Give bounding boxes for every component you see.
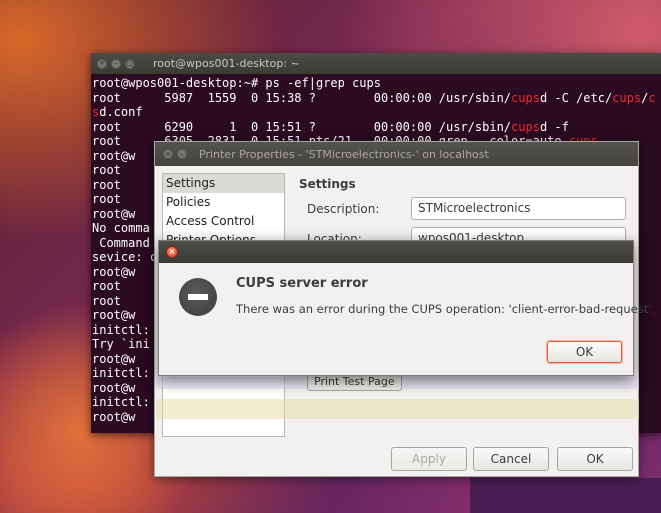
terminal-text: initctl: xyxy=(92,322,150,337)
error-icon xyxy=(179,278,217,316)
terminal-text: root@w xyxy=(92,380,136,395)
close-icon[interactable]: × xyxy=(163,149,173,159)
terminal-text: root 6290 1 0 15:51 ? 00:00:00 /usr/sbin… xyxy=(92,119,512,134)
terminal-text: root@w xyxy=(92,409,136,424)
minimize-icon[interactable]: – xyxy=(111,58,121,69)
cancel-button[interactable]: Cancel xyxy=(473,447,549,471)
sidebar-item-settings[interactable]: Settings xyxy=(163,174,284,193)
terminal-line: root 6290 1 0 15:51 ? 00:00:00 /usr/sbin… xyxy=(92,120,661,135)
terminal-text: cups xyxy=(612,90,642,105)
terminal-text: cups xyxy=(511,119,540,134)
printer-properties-title: Printer Properties - 'STMicroelectronics… xyxy=(199,147,489,161)
cups-error-dialog[interactable]: × CUPS server error There was an error d… xyxy=(158,240,655,376)
terminal-titlebar[interactable]: × – □ root@wpos001-desktop: ~ xyxy=(91,53,661,74)
sidebar-item-access-control[interactable]: Access Control xyxy=(163,212,284,231)
terminal-text: initctl: xyxy=(92,395,150,409)
apply-button[interactable]: Apply xyxy=(391,447,467,471)
settings-heading: Settings xyxy=(299,177,356,191)
terminal-text: root@w xyxy=(92,206,136,221)
dialog-shadow-band xyxy=(156,399,639,419)
terminal-text: root@w xyxy=(92,264,136,279)
terminal-text: Command xyxy=(92,235,150,250)
terminal-text: root 5987 1559 0 15:38 ? 00:00:00 /usr/s… xyxy=(92,90,512,105)
terminal-text: root xyxy=(92,279,121,293)
terminal-text: root@w xyxy=(92,148,136,163)
close-icon[interactable]: × xyxy=(166,246,178,258)
error-ok-button[interactable]: OK xyxy=(547,341,622,363)
terminal-line: root 5987 1559 0 15:38 ? 00:00:00 /usr/s… xyxy=(92,91,661,106)
close-icon[interactable]: × xyxy=(97,58,107,69)
sidebar-item-policies[interactable]: Policies xyxy=(163,193,284,212)
error-dialog-titlebar[interactable]: × xyxy=(159,241,633,263)
terminal-text: root@wpos001-desktop:~# ps -ef|grep cups xyxy=(92,76,381,90)
terminal-text: root xyxy=(92,192,121,206)
description-field[interactable]: STMicroelectronics xyxy=(411,197,626,220)
terminal-text: Try `ini xyxy=(92,337,150,351)
terminal-text: initctl: xyxy=(92,366,150,380)
maximize-icon[interactable]: □ xyxy=(125,58,135,69)
terminal-line: sd.conf xyxy=(92,105,661,120)
terminal-text: d -f xyxy=(539,119,569,134)
terminal-text: No comma xyxy=(92,221,150,235)
terminal-text: root@w xyxy=(92,351,136,366)
terminal-text: d -C /etc/ xyxy=(539,90,613,105)
terminal-text: root xyxy=(92,293,121,308)
terminal-text: sevice: c xyxy=(92,250,158,264)
terminal-text: cups xyxy=(511,90,540,105)
terminal-text: root xyxy=(92,177,121,192)
error-heading: CUPS server error xyxy=(236,276,368,291)
description-label: Description: xyxy=(307,202,380,216)
printer-properties-titlebar[interactable]: × – Printer Properties - 'STMicroelectro… xyxy=(155,142,638,166)
terminal-text: root xyxy=(92,163,121,177)
desktop-wallpaper-band xyxy=(470,478,661,513)
terminal-text: root@w xyxy=(92,308,136,322)
terminal-line: root@wpos001-desktop:~# ps -ef|grep cups xyxy=(92,76,661,91)
terminal-title: root@wpos001-desktop: ~ xyxy=(153,57,300,70)
terminal-text: d.conf xyxy=(99,105,143,119)
error-message: There was an error during the CUPS opera… xyxy=(236,302,656,316)
terminal-text: c xyxy=(648,90,656,105)
ok-button[interactable]: OK xyxy=(557,447,633,471)
minimize-icon[interactable]: – xyxy=(177,149,187,159)
